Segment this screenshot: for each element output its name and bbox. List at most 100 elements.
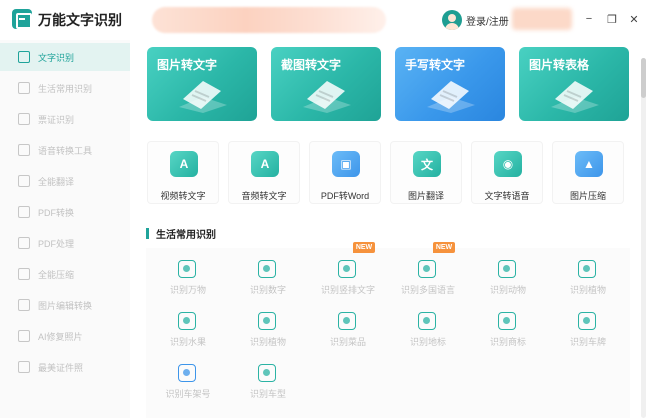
avatar[interactable] (442, 10, 462, 30)
recognition-item-label: 识别数字 (249, 285, 286, 295)
sidebar-item-icon (18, 206, 30, 218)
feature-banner[interactable]: 图片转文字 (147, 47, 257, 121)
tool-glyph: A (260, 157, 270, 171)
car-icon (258, 364, 276, 382)
tool-card[interactable]: A 音频转文字 (228, 141, 300, 204)
feature-banner[interactable]: 图片转表格 (519, 47, 629, 121)
new-badge: NEW (353, 242, 375, 253)
recognition-item[interactable]: 识别地标 (388, 308, 468, 358)
recognition-item[interactable]: 识别车型 (228, 360, 308, 410)
recognition-item-label: 识别菜品 (329, 337, 366, 347)
vertical-text-icon (338, 260, 356, 278)
recognition-item[interactable]: 识别车架号 (148, 360, 228, 410)
sidebar-item[interactable]: 最美证件照 (0, 353, 130, 381)
document-illustration-icon (179, 81, 227, 113)
tool-glyph: A (179, 157, 189, 171)
audio-text-icon: A (251, 151, 279, 177)
sidebar-item-icon (18, 268, 30, 280)
recognition-item-label: 识别车架号 (165, 389, 211, 399)
sidebar-item-icon (18, 82, 30, 94)
redacted-user-info (512, 8, 572, 30)
sidebar-item-label: 全能翻译 (38, 176, 75, 187)
flower-icon (578, 260, 596, 278)
restore-button[interactable]: ❐ (605, 12, 619, 26)
recognition-item[interactable]: 识别动物 (468, 256, 548, 306)
recognition-item[interactable]: 识别植物 (228, 308, 308, 358)
scrollbar[interactable] (641, 58, 646, 418)
sidebar-item-icon (18, 51, 30, 63)
feature-banner[interactable]: 手写转文字 (395, 47, 505, 121)
recognition-item-label: 识别车牌 (569, 337, 606, 347)
tool-label: 图片压缩 (569, 191, 606, 201)
recognition-item[interactable]: 识别菜品 (308, 308, 388, 358)
login-link[interactable]: 登录/注册 (466, 13, 509, 28)
image-translate-icon: 文 (413, 151, 441, 177)
scroll-thumb[interactable] (641, 58, 646, 98)
fruit-icon (178, 312, 196, 330)
sidebar-item-label: 票证识别 (38, 114, 75, 125)
redacted-banner (152, 7, 386, 33)
recognition-item[interactable]: 识别植物 (548, 256, 628, 306)
tool-card[interactable]: A 视频转文字 (147, 141, 219, 204)
sidebar-item[interactable]: PDF处理 (0, 229, 130, 257)
recognition-item[interactable]: 识别数字 (228, 256, 308, 306)
sidebar-item-label: 最美证件照 (38, 362, 84, 373)
video-text-icon: A (170, 151, 198, 177)
recognition-item[interactable]: 识别商标 (468, 308, 548, 358)
recognition-item-label: 识别车型 (249, 389, 286, 399)
tool-card[interactable]: ▲ 图片压缩 (552, 141, 624, 204)
sidebar-item[interactable]: 全能翻译 (0, 167, 130, 195)
sidebar-item-icon (18, 175, 30, 187)
app-title: 万能文字识别 (38, 12, 122, 28)
sidebar-item[interactable]: 全能压缩 (0, 260, 130, 288)
close-button[interactable]: ✕ (627, 12, 641, 26)
life-recognition-grid: 识别万物 识别数字 识别竖排文字 NEW 识别多国语言 NEW 识别动物 识别植物 识别水果 识别… (146, 242, 630, 418)
recognition-item[interactable]: 识别车牌 (548, 308, 628, 358)
recognition-item[interactable]: 识别水果 (148, 308, 228, 358)
recognition-item[interactable]: 识别万物 (148, 256, 228, 306)
language-icon (418, 260, 436, 278)
section-title: 生活常用识别 (156, 230, 216, 241)
vin-icon (178, 364, 196, 382)
sidebar-item[interactable]: AI修复照片 (0, 322, 130, 350)
recognition-item-label: 识别植物 (249, 337, 286, 347)
recognition-item[interactable]: 识别多国语言 (388, 256, 468, 306)
recognition-item-label: 识别商标 (489, 337, 526, 347)
tool-card[interactable]: ◉ 文字转语音 (471, 141, 543, 204)
app-logo-icon (12, 9, 32, 29)
sidebar-item[interactable]: 文字识别 (0, 43, 130, 71)
sidebar-item-icon (18, 144, 30, 156)
feature-banner[interactable]: 截图转文字 (271, 47, 381, 121)
sidebar-item-label: 全能压缩 (38, 269, 75, 280)
recognition-item-label: 识别水果 (169, 337, 206, 347)
recognition-item-label: 识别动物 (489, 285, 526, 295)
image-compress-icon: ▲ (575, 151, 603, 177)
tool-glyph: 文 (420, 157, 433, 172)
tool-card[interactable]: 文图片翻译 (390, 141, 462, 204)
minimize-button[interactable]: − (582, 12, 596, 26)
sidebar-item-label: 生活常用识别 (38, 83, 93, 94)
sidebar-item-label: PDF转换 (38, 207, 75, 218)
sidebar-item-icon (18, 299, 30, 311)
recognition-item-label: 识别万物 (169, 285, 206, 295)
document-illustration-icon (303, 81, 351, 113)
sidebar-item-icon (18, 330, 30, 342)
new-badge: NEW (433, 242, 455, 253)
section-marker (146, 228, 149, 239)
tool-card[interactable]: ▣ PDF转Word (309, 141, 381, 204)
tool-label: 视频转文字 (160, 191, 206, 201)
sidebar-item-icon (18, 361, 30, 373)
sidebar-item[interactable]: 生活常用识别 (0, 74, 130, 102)
sidebar-item-label: 文字识别 (38, 52, 75, 63)
recognition-item[interactable]: 识别竖排文字 (308, 256, 388, 306)
pdf-word-icon: ▣ (332, 151, 360, 177)
document-illustration-icon (427, 81, 475, 113)
sidebar-item[interactable]: PDF转换 (0, 198, 130, 226)
sidebar-item-icon (18, 113, 30, 125)
sidebar: 文字识别生活常用识别 票证识别语音转换工具全能翻译 PDF转换 PDF处理全能压缩图片… (0, 40, 130, 418)
number-icon (258, 260, 276, 278)
sidebar-item[interactable]: 语音转换工具 (0, 136, 130, 164)
plant-icon (258, 312, 276, 330)
sidebar-item[interactable]: 图片编辑转换 (0, 291, 130, 319)
sidebar-item[interactable]: 票证识别 (0, 105, 130, 133)
